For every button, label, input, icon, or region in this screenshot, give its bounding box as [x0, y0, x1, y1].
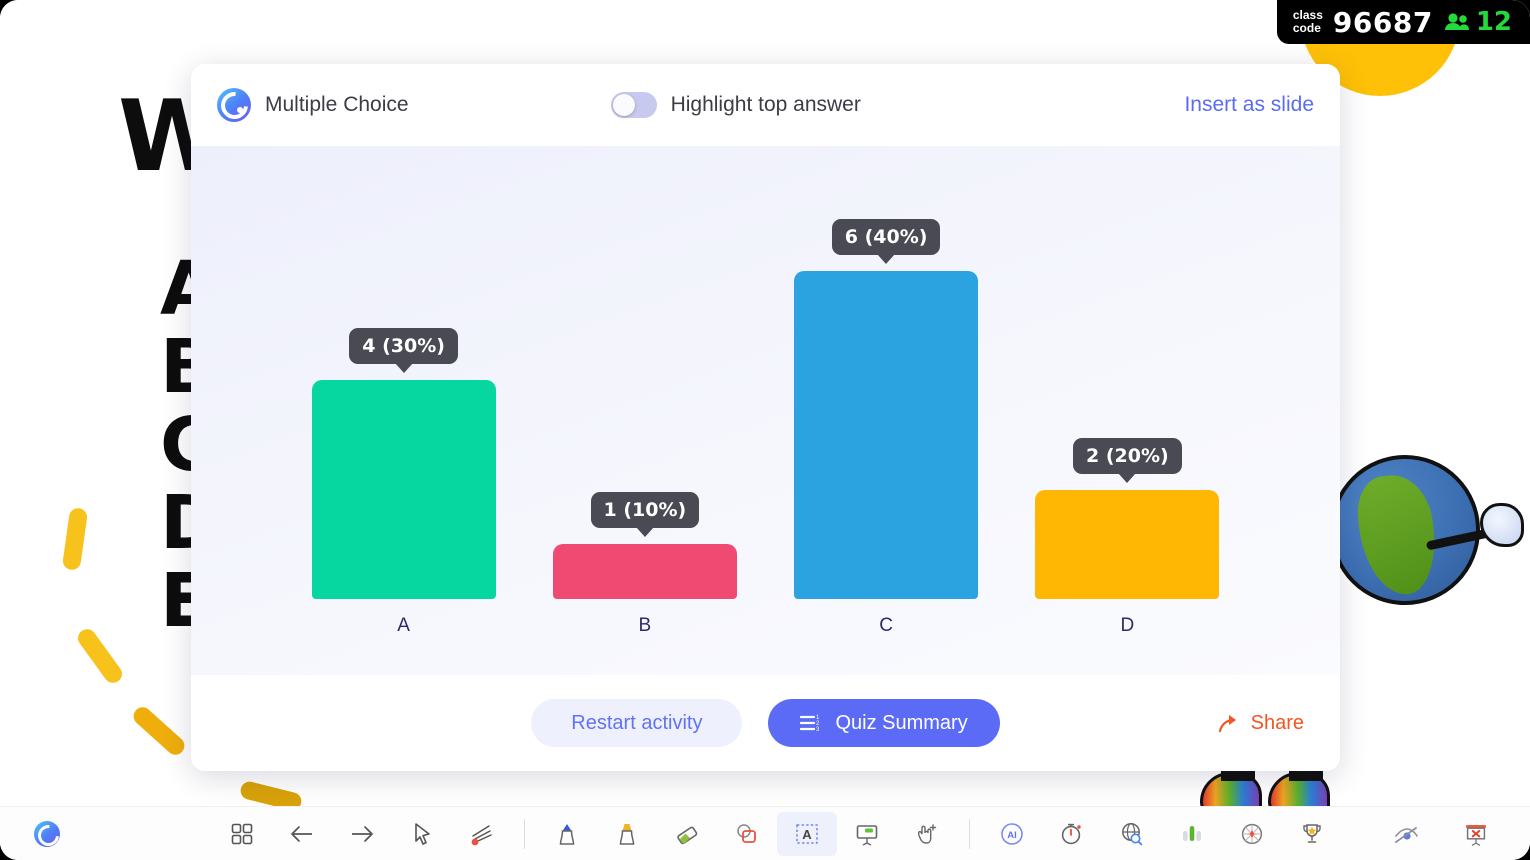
eraser-icon[interactable] — [657, 812, 717, 856]
bar-value-tooltip: 2 (20%) — [1073, 438, 1182, 474]
yellow-doodle-dash — [74, 625, 126, 687]
shapes-icon[interactable] — [717, 812, 777, 856]
pen-blue-icon[interactable] — [537, 812, 597, 856]
bar-c — [794, 271, 979, 599]
browser-icon[interactable] — [1102, 812, 1162, 856]
participant-count: 12 — [1475, 7, 1512, 37]
name-picker-icon[interactable] — [1222, 812, 1282, 856]
x-axis-label-a: A — [397, 615, 410, 636]
class-code-label: class code — [1292, 8, 1323, 35]
footer-button-group: Restart activity 1 2 3 Quiz Summary — [531, 699, 1000, 747]
participant-count-group: 12 — [1443, 7, 1512, 37]
classpoint-logo-icon[interactable] — [34, 820, 60, 847]
activity-type-label: Multiple Choice — [265, 93, 409, 116]
insert-as-slide-button[interactable]: Insert as slide — [1184, 93, 1314, 117]
class-code-badge[interactable]: class code 96687 12 — [1276, 0, 1530, 44]
toggle-knob — [612, 94, 635, 116]
results-bar-chart: 4 (30%) 1 (10%) 6 (40%) 2 (20%) A B C D — [191, 146, 1340, 675]
restart-activity-button[interactable]: Restart activity — [531, 699, 743, 747]
share-label: Share — [1250, 711, 1304, 734]
grid-view-icon[interactable] — [212, 812, 272, 856]
bar-column-a: 4 (30%) — [283, 166, 524, 599]
laser-pointer-icon[interactable] — [452, 812, 512, 856]
x-axis-labels: A B C D — [191, 615, 1340, 637]
highlighter-icon[interactable] — [597, 812, 657, 856]
exit-presentation-icon[interactable] — [1446, 812, 1506, 856]
bar-d — [1035, 490, 1220, 599]
people-icon — [1444, 13, 1469, 30]
earth-mascot-icon — [1330, 455, 1524, 635]
app-root: W A B C D E class code 96687 — [0, 0, 1530, 860]
classpoint-logo-icon — [217, 88, 251, 122]
hide-annotations-icon[interactable] — [1376, 812, 1436, 856]
yellow-doodle-dash — [129, 703, 189, 759]
yellow-doodle-dash — [61, 507, 89, 571]
toolbar-divider — [969, 818, 970, 849]
bar-value-tooltip: 4 (30%) — [349, 328, 458, 364]
share-arrow-icon — [1218, 715, 1236, 733]
bar-value-tooltip: 1 (10%) — [590, 492, 700, 528]
x-axis-label-c: C — [879, 615, 893, 636]
cursor-icon[interactable] — [392, 812, 452, 856]
ai-icon[interactable]: AI — [982, 812, 1042, 856]
activity-results-panel: Multiple Choice Highlight top answer Ins… — [191, 64, 1340, 771]
toolbar-items: A AI — [212, 811, 1342, 856]
bottom-toolbar: A AI — [0, 806, 1530, 860]
bar-group: 4 (30%) 1 (10%) 6 (40%) 2 (20%) — [191, 166, 1340, 599]
highlight-top-answer-toggle[interactable] — [610, 92, 657, 118]
quiz-summary-label: Quiz Summary — [835, 711, 968, 734]
toolbar-right-items — [1376, 812, 1506, 856]
bar-value-tooltip: 6 (40%) — [831, 219, 941, 255]
leaderboard-trophy-icon[interactable] — [1282, 812, 1342, 856]
whiteboard-icon[interactable] — [837, 812, 897, 856]
arrow-right-icon[interactable] — [332, 812, 392, 856]
bar-column-b: 1 (10%) — [524, 166, 765, 599]
bar-b — [552, 544, 737, 599]
summary-list-icon: 1 2 3 — [800, 715, 820, 733]
panel-footer: Restart activity 1 2 3 Quiz Summary Shar… — [191, 675, 1340, 771]
bar-column-c: 6 (40%) — [766, 166, 1007, 599]
svg-text:A: A — [802, 827, 812, 842]
panel-header: Multiple Choice Highlight top answer Ins… — [191, 64, 1340, 146]
timer-icon[interactable] — [1042, 812, 1102, 856]
bar-column-d: 2 (20%) — [1007, 166, 1248, 599]
bar-a — [311, 380, 496, 599]
highlight-top-answer-label: Highlight top answer — [670, 93, 861, 116]
svg-text:3: 3 — [816, 727, 820, 733]
text-box-icon[interactable]: A — [777, 811, 837, 856]
svg-text:AI: AI — [1007, 830, 1017, 841]
highlight-top-answer-group: Highlight top answer — [610, 92, 861, 118]
x-axis-label-b: B — [638, 615, 652, 636]
drag-icon[interactable] — [897, 812, 957, 856]
arrow-left-icon[interactable] — [272, 812, 332, 856]
x-axis-label-d: D — [1120, 615, 1135, 636]
toolbar-divider — [524, 818, 525, 849]
quiz-summary-button[interactable]: 1 2 3 Quiz Summary — [768, 699, 1000, 747]
share-button[interactable]: Share — [1218, 712, 1304, 735]
poll-bar-chart-icon[interactable] — [1162, 812, 1222, 856]
class-code-value: 96687 — [1332, 5, 1433, 39]
